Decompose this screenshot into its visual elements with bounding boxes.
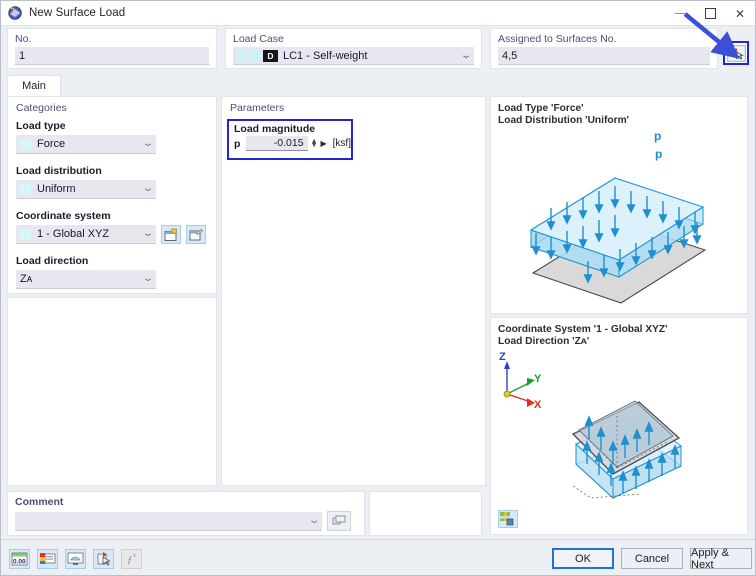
tab-strip: Main: [7, 75, 751, 96]
ok-button[interactable]: OK: [552, 548, 614, 569]
comment-label: Comment: [15, 496, 64, 508]
svg-text:X: X: [534, 399, 542, 411]
surface-load-icon: [7, 5, 23, 21]
assigned-surfaces-group: Assigned to Surfaces No. 4,5: [490, 28, 718, 69]
svg-text:Z: Z: [499, 351, 506, 363]
svg-text:x: x: [133, 553, 136, 559]
graphic-button[interactable]: [65, 549, 86, 569]
direction-preview-panel: Coordinate System '1 - Global XYZ' Load …: [490, 317, 748, 535]
load-direction-label: Load direction: [16, 255, 89, 267]
load-case-label: Load Case: [233, 33, 284, 45]
edit-coordinate-system-button[interactable]: [186, 225, 206, 244]
spinner-down-icon[interactable]: ▼: [311, 142, 318, 149]
number-value: 1: [19, 49, 26, 62]
load-distribution-combobox[interactable]: Uniform ⌄: [16, 180, 156, 199]
load-direction-diagram: Z Y X: [491, 346, 747, 506]
load-type-label: Load type: [16, 120, 66, 132]
load-magnitude-symbol: p: [234, 137, 241, 150]
load-magnitude-input[interactable]: -0.015: [246, 136, 308, 151]
load-case-color-swatches: D: [237, 49, 278, 62]
title-bar: New Surface Load ✕: [1, 1, 755, 26]
load-magnitude-highlight: Load magnitude p -0.015 ▲ ▼ ▶ [ksf]: [227, 119, 353, 160]
bottom-bar: 0.00 ƒ x OK Cancel Apply & Next: [1, 539, 755, 575]
chevron-down-icon[interactable]: ⌄: [142, 184, 155, 194]
load-type-color-swatch: [20, 138, 31, 150]
coordinate-system-color-swatch: [20, 228, 31, 240]
load-distribution-value: Uniform: [37, 183, 76, 195]
select-surfaces-highlight: [723, 41, 749, 65]
chevron-down-icon[interactable]: ⌄: [142, 139, 155, 149]
coordinate-system-label: Coordinate system: [16, 210, 111, 222]
chevron-down-icon[interactable]: ⌄: [142, 274, 155, 284]
load-case-combobox[interactable]: D LC1 - Self-weight ⌄: [233, 47, 474, 65]
chevron-down-icon[interactable]: ⌄: [142, 229, 155, 239]
assigned-surfaces-label: Assigned to Surfaces No.: [498, 33, 617, 45]
cancel-button-label: Cancel: [634, 552, 670, 565]
cancel-button[interactable]: Cancel: [621, 548, 683, 569]
minimize-button[interactable]: [665, 1, 695, 26]
ok-button-label: OK: [575, 552, 591, 565]
load-case-badge: D: [263, 49, 278, 62]
display-properties-button[interactable]: [37, 549, 58, 569]
load-symbol-p: p: [655, 147, 662, 161]
chevron-down-icon[interactable]: ⌄: [460, 50, 473, 61]
window-controls: ✕: [665, 1, 755, 25]
load-direction-value: Zᴀ: [20, 273, 33, 285]
load-distribution-color-swatch: [20, 183, 31, 195]
tab-main[interactable]: Main: [7, 75, 61, 96]
parameters-title: Parameters: [230, 102, 285, 114]
swatch-2: [250, 50, 261, 61]
load-case-group: Load Case D LC1 - Self-weight ⌄: [225, 28, 482, 69]
comment-input[interactable]: ⌄: [15, 511, 322, 531]
close-button[interactable]: ✕: [725, 1, 755, 26]
assigned-surfaces-value: 4,5: [502, 49, 518, 62]
select-surfaces-button[interactable]: [726, 44, 746, 62]
load-preview-panel: Load Type 'Force' Load Distribution 'Uni…: [490, 96, 748, 314]
maximize-button[interactable]: [695, 1, 725, 26]
formula-button: ƒ x: [121, 549, 142, 569]
new-coordinate-system-button[interactable]: [161, 225, 181, 244]
preview-load-type-caption: Load Type 'Force': [498, 103, 584, 114]
load-magnitude-stepper[interactable]: ▲ ▼: [311, 138, 318, 149]
swatch-1: [237, 50, 248, 61]
load-direction-combobox[interactable]: Zᴀ ⌄: [16, 270, 156, 289]
assigned-surfaces-input[interactable]: 4,5: [498, 47, 710, 65]
apply-next-button-label: Apply & Next: [691, 546, 729, 571]
comment-panel: Comment ⌄: [7, 491, 365, 536]
apply-next-button[interactable]: Apply & Next: [690, 546, 752, 571]
svg-text:0.00: 0.00: [13, 559, 26, 566]
categories-secondary-panel: [7, 297, 217, 486]
load-magnitude-unit: [ksf]: [332, 138, 351, 149]
coordinate-system-combobox[interactable]: 1 - Global XYZ ⌄: [16, 225, 156, 244]
categories-title: Categories: [16, 102, 67, 114]
units-button[interactable]: 0.00: [9, 549, 30, 569]
new-surface-load-dialog: New Surface Load ✕ No. 1 Load Case D LC1…: [0, 0, 756, 576]
load-magnitude-label: Load magnitude: [234, 123, 316, 135]
preview-settings-button[interactable]: [498, 510, 518, 528]
chevron-down-icon[interactable]: ⌄: [308, 515, 321, 526]
load-type-value: Force: [37, 138, 66, 150]
info-button[interactable]: [93, 549, 114, 569]
load-type-combobox[interactable]: Force ⌄: [16, 135, 156, 154]
categories-panel: Categories Load type Force ⌄ Load distri…: [7, 96, 217, 294]
load-distribution-label: Load distribution: [16, 165, 102, 177]
number-label: No.: [15, 33, 32, 45]
tab-main-label: Main: [22, 80, 46, 92]
svg-text:Y: Y: [534, 373, 542, 385]
preview-coordinate-system-caption: Coordinate System '1 - Global XYZ': [498, 324, 668, 335]
window-title: New Surface Load: [29, 7, 126, 19]
surface-load-diagram: p: [491, 125, 747, 305]
number-group: No. 1: [7, 28, 217, 69]
play-icon[interactable]: ▶: [321, 139, 327, 148]
load-magnitude-value: -0.015: [273, 137, 304, 149]
load-case-value: LC1 - Self-weight: [283, 49, 368, 62]
number-input[interactable]: 1: [15, 47, 209, 65]
coordinate-system-value: 1 - Global XYZ: [37, 228, 110, 240]
parameters-panel: Parameters Load magnitude p -0.015 ▲ ▼ ▶…: [221, 96, 486, 486]
comment-secondary-panel: [369, 491, 482, 536]
comment-library-button[interactable]: [327, 511, 351, 531]
